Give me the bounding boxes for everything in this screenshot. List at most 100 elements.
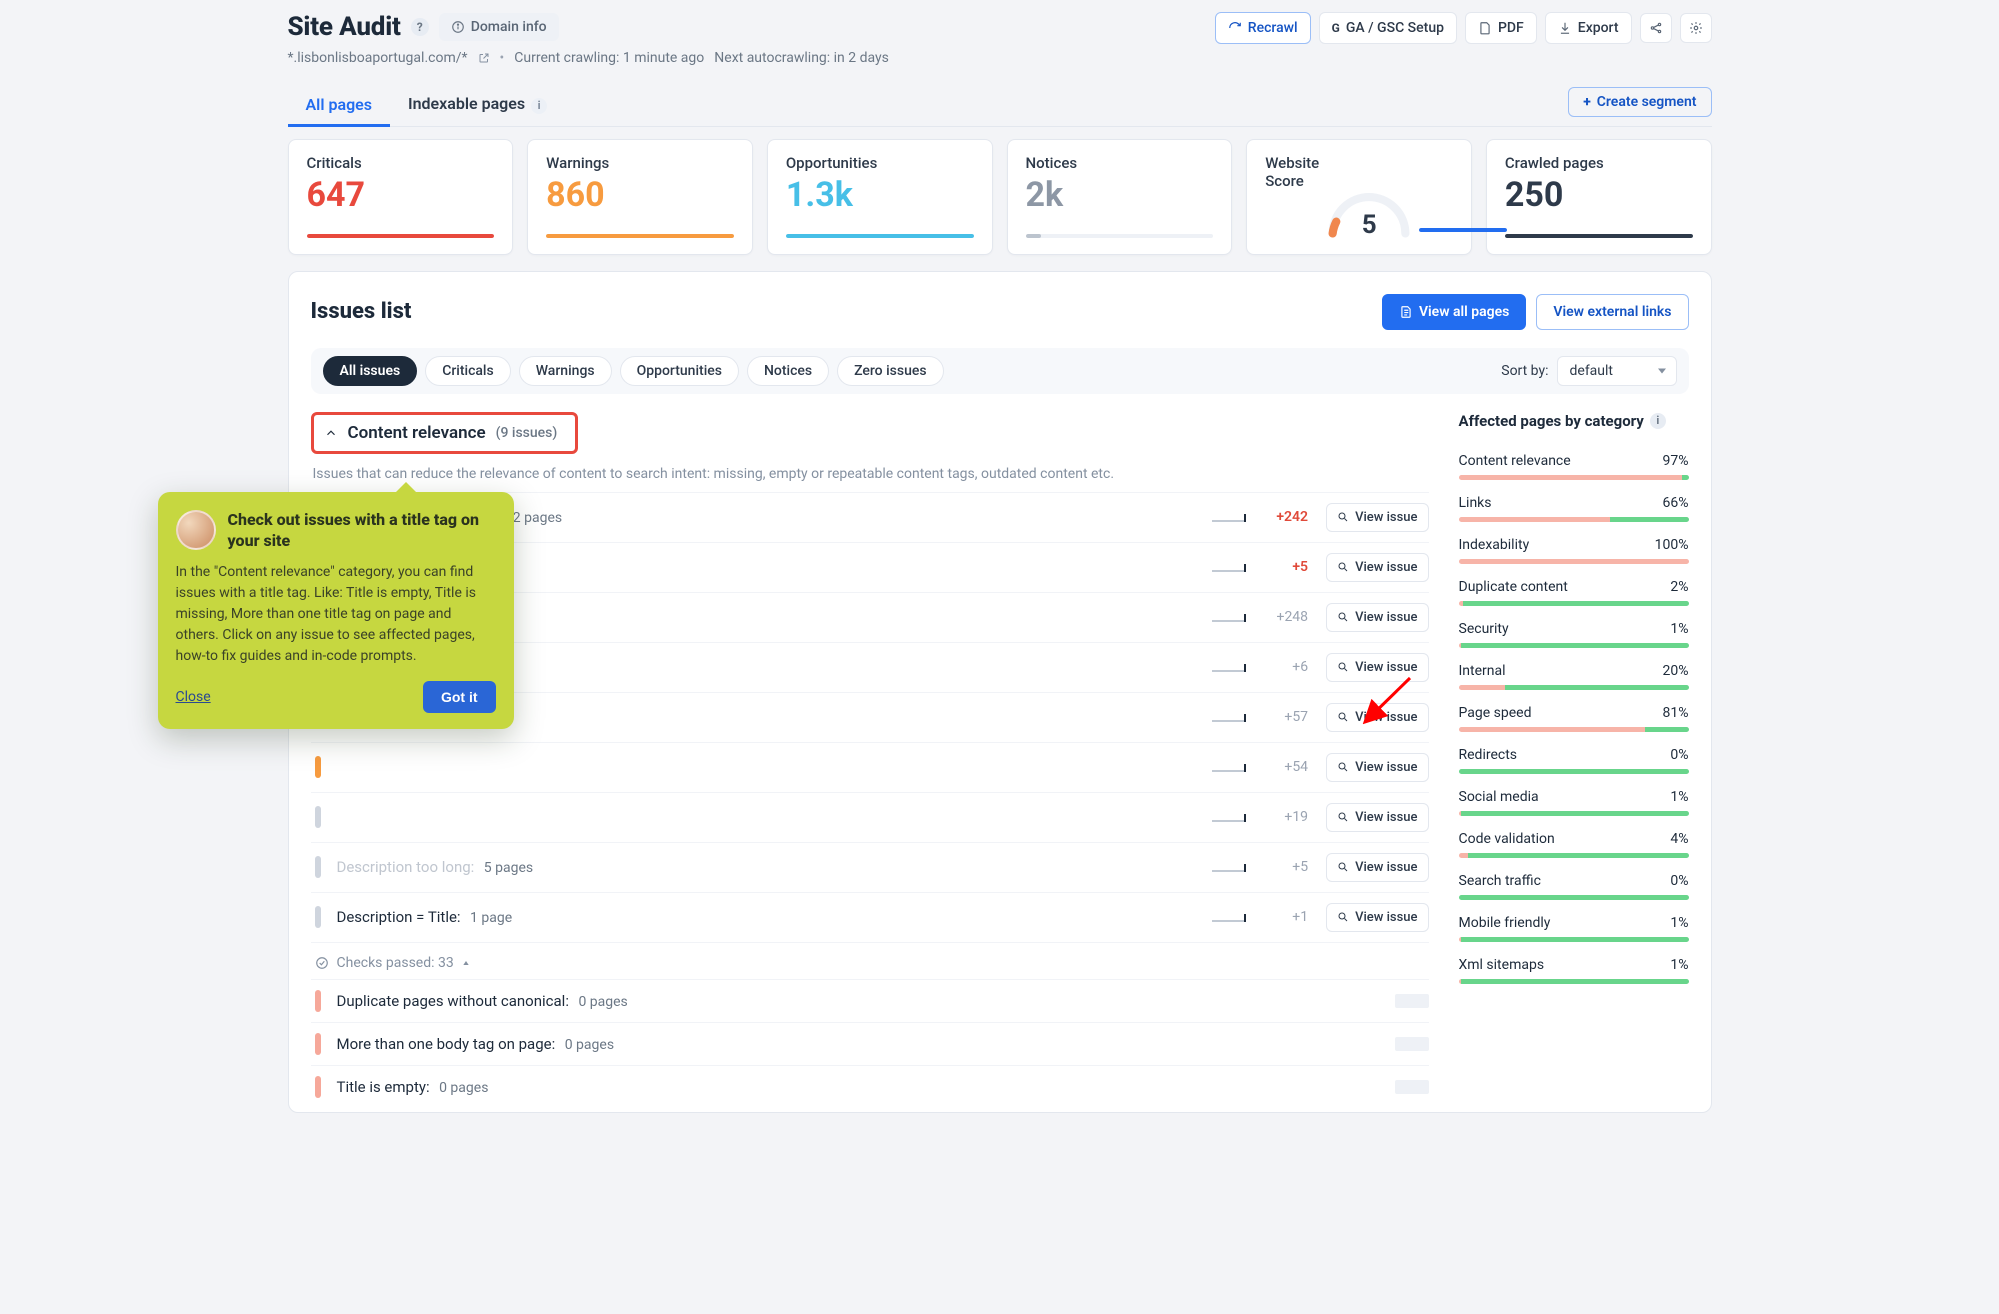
search-icon (1337, 911, 1349, 923)
settings-button[interactable] (1680, 13, 1712, 43)
create-segment-button[interactable]: + Create segment (1568, 87, 1711, 117)
side-item-label: Xml sitemaps (1459, 957, 1545, 973)
chip-zero-issues[interactable]: Zero issues (837, 356, 943, 386)
view-issue-button[interactable]: View issue (1326, 903, 1428, 932)
tile-label: Opportunities (786, 154, 974, 172)
side-item-links[interactable]: Links 66% (1459, 486, 1689, 528)
sparkline-empty (1395, 1080, 1429, 1094)
side-item-bar (1459, 601, 1689, 606)
side-item-duplicate-content[interactable]: Duplicate content2% (1459, 570, 1689, 612)
pdf-button[interactable]: PDF (1465, 12, 1537, 44)
coach-got-it-button[interactable]: Got it (423, 681, 496, 713)
chip-opportunities[interactable]: Opportunities (620, 356, 739, 386)
view-issue-button[interactable]: View issue (1326, 853, 1428, 882)
side-item-search-traffic[interactable]: Search traffic0% (1459, 864, 1689, 906)
external-link-icon[interactable] (478, 52, 490, 64)
side-item-bar (1459, 517, 1689, 522)
tile-label: Warnings (546, 154, 734, 172)
severity-marker (315, 806, 321, 828)
share-button[interactable] (1640, 13, 1672, 43)
view-issue-button[interactable]: View issue (1326, 503, 1428, 532)
view-issue-button[interactable]: View issue (1326, 703, 1428, 732)
view-issue-button[interactable]: View issue (1326, 803, 1428, 832)
side-item-xml-sitemaps[interactable]: Xml sitemaps 1% (1459, 948, 1689, 990)
side-item-page-speed[interactable]: Page speed81% (1459, 696, 1689, 738)
issue-row[interactable]: Description = Title: 1 page+1View issue (311, 892, 1429, 942)
side-item-mobile-friendly[interactable]: Mobile friendly1% (1459, 906, 1689, 948)
tile-criticals[interactable]: Criticals 647 (288, 139, 514, 255)
document-icon (1399, 305, 1413, 319)
help-icon[interactable]: ? (411, 18, 429, 36)
export-button[interactable]: Export (1545, 12, 1632, 44)
share-icon (1649, 21, 1663, 35)
side-item-label: Duplicate content (1459, 579, 1568, 595)
recrawl-button[interactable]: Recrawl (1215, 12, 1311, 44)
side-item-label: Internal (1459, 663, 1506, 679)
sparkline (1212, 710, 1246, 724)
tile-value: 860 (546, 178, 734, 212)
chip-all-issues[interactable]: All issues (323, 356, 418, 386)
side-item-label: Redirects (1459, 747, 1518, 763)
search-icon (1337, 761, 1349, 773)
issue-row[interactable]: +19View issue (311, 792, 1429, 842)
tile-website-score[interactable]: Website Score 5 (1246, 139, 1472, 255)
coach-close-link[interactable]: Close (176, 689, 211, 705)
side-item-pct: 66% (1663, 495, 1689, 511)
view-all-pages-button[interactable]: View all pages (1382, 294, 1526, 330)
tile-notices[interactable]: Notices 2k (1007, 139, 1233, 255)
severity-marker (315, 1033, 321, 1055)
side-item-content-relevance[interactable]: Content relevance97% (1459, 444, 1689, 486)
sparkline (1212, 810, 1246, 824)
view-issue-button[interactable]: View issue (1326, 753, 1428, 782)
issue-label: More than one body tag on page: 0 pages (337, 1035, 615, 1053)
tile-opportunities[interactable]: Opportunities 1.3k (767, 139, 993, 255)
search-icon (1337, 711, 1349, 723)
passed-issue-row[interactable]: Title is empty: 0 pages (311, 1065, 1429, 1108)
passed-issue-row[interactable]: More than one body tag on page: 0 pages (311, 1022, 1429, 1065)
side-item-internal[interactable]: Internal 20% (1459, 654, 1689, 696)
sparkline-empty (1395, 994, 1429, 1008)
side-item-bar (1459, 853, 1689, 858)
chip-notices[interactable]: Notices (747, 356, 829, 386)
info-icon (451, 20, 465, 34)
tile-crawled-pages[interactable]: Crawled pages 250 (1486, 139, 1712, 255)
view-external-links-button[interactable]: View external links (1536, 294, 1688, 330)
score-gauge: 5 (1323, 188, 1415, 238)
info-icon[interactable]: i (1650, 413, 1666, 429)
tile-label: Notices (1026, 154, 1214, 172)
side-item-pct: 20% (1663, 663, 1689, 679)
side-item-social-media[interactable]: Social media1% (1459, 780, 1689, 822)
tab-indexable-pages[interactable]: Indexable pagesi (390, 84, 565, 126)
issue-row[interactable]: Description too long: 5 pages+5View issu… (311, 842, 1429, 892)
severity-marker (315, 906, 321, 928)
chip-criticals[interactable]: Criticals (425, 356, 511, 386)
delta-value: +6 (1264, 659, 1308, 675)
side-item-pct: 1% (1670, 957, 1688, 973)
view-issue-button[interactable]: View issue (1326, 603, 1428, 632)
side-item-code-validation[interactable]: Code validation4% (1459, 822, 1689, 864)
side-item-pct: 81% (1663, 705, 1689, 721)
side-item-security[interactable]: Security1% (1459, 612, 1689, 654)
tile-warnings[interactable]: Warnings 860 (527, 139, 753, 255)
coach-title: Check out issues with a title tag on you… (228, 510, 496, 552)
category-content-relevance[interactable]: Content relevance (9 issues) (311, 412, 579, 454)
tab-all-pages[interactable]: All pages (288, 85, 391, 126)
sort-select[interactable]: default (1557, 356, 1677, 386)
side-item-indexability[interactable]: Indexability100% (1459, 528, 1689, 570)
side-item-redirects[interactable]: Redirects0% (1459, 738, 1689, 780)
coach-popover: Check out issues with a title tag on you… (158, 492, 514, 729)
delta-value: +1 (1264, 909, 1308, 925)
info-icon[interactable]: i (531, 98, 547, 114)
chip-warnings[interactable]: Warnings (519, 356, 612, 386)
domain-info-button[interactable]: Domain info (439, 13, 559, 41)
checks-passed-toggle[interactable]: Checks passed: 33 (311, 942, 1429, 979)
view-issue-button[interactable]: View issue (1326, 553, 1428, 582)
ga-gsc-button[interactable]: G GA / GSC Setup (1319, 12, 1457, 44)
issues-title: Issues list (311, 299, 412, 324)
issue-row[interactable]: +54View issue (311, 742, 1429, 792)
sparkline-empty (1395, 1037, 1429, 1051)
search-icon (1337, 861, 1349, 873)
side-item-label: Links (1459, 495, 1492, 511)
view-issue-button[interactable]: View issue (1326, 653, 1428, 682)
passed-issue-row[interactable]: Duplicate pages without canonical: 0 pag… (311, 979, 1429, 1022)
